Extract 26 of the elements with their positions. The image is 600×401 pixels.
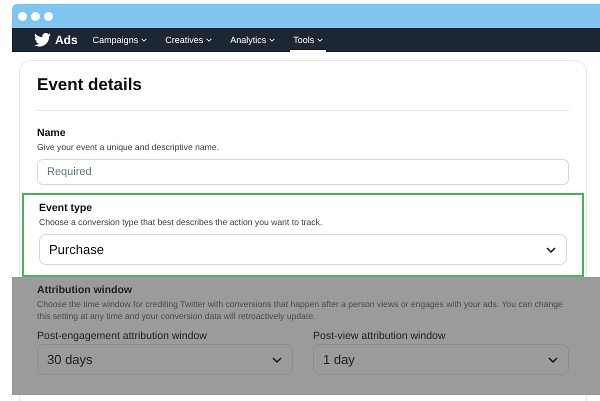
name-field[interactable]: Required: [37, 159, 569, 185]
attribution-dropdown[interactable]: 1 day: [313, 344, 569, 375]
field-label: Post-engagement attribution window: [37, 330, 208, 342]
event-type-dropdown[interactable]: Purchase: [39, 234, 567, 265]
nav-menu[interactable]: Creatives: [162, 28, 216, 52]
bird-icon[interactable]: [34, 33, 51, 47]
field-label: Attribution window: [37, 284, 134, 296]
field-label: Name: [37, 127, 67, 139]
field-description: Choose a conversion type that best describes the action you want to track.: [39, 216, 324, 228]
chevron-icon: [546, 246, 556, 252]
nav-menu[interactable]: Campaigns: [90, 28, 150, 52]
brand-name: Ads: [55, 33, 78, 47]
caret-icon: [206, 38, 212, 42]
field-label: Event type: [39, 202, 94, 214]
caret-icon: [269, 38, 276, 42]
card-title: Event details: [37, 75, 143, 95]
nav-menu[interactable]: Analytics: [227, 28, 278, 52]
caret-icon: [317, 38, 324, 42]
nav-menu[interactable]: Tools: [290, 28, 326, 52]
attribution-dropdown[interactable]: 30 days: [37, 344, 293, 375]
caret-icon: [141, 38, 148, 42]
field-label: Post-view attribution window: [313, 330, 446, 342]
chevron-icon: [272, 356, 282, 362]
field-description: Give your event a unique and descriptive name.: [37, 141, 220, 153]
chevron-icon: [548, 356, 558, 362]
field-description: Choose the time window for crediting Twitter with conversions that happen after a person views or engages with your ads. You can change this setting at any time and your conversion data will retroactively update.: [37, 298, 564, 322]
